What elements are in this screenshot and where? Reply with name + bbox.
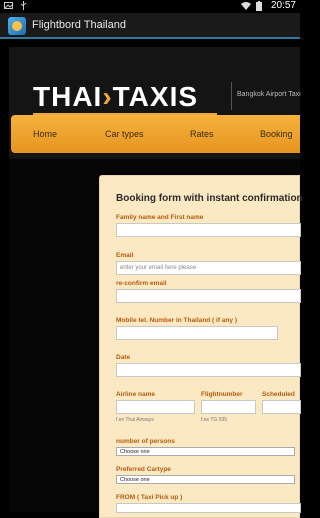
date-input[interactable] <box>116 363 301 377</box>
scheduled-label: Scheduled <box>262 391 295 398</box>
mobile-label: Mobile tel. Number in Thailand ( if any … <box>116 317 237 324</box>
status-bar: 20:57 <box>0 0 300 13</box>
date-label: Date <box>116 354 131 361</box>
airline-input[interactable] <box>116 400 195 414</box>
airline-label: Airline name <box>116 391 156 398</box>
cartype-label: Preferred Cartype <box>116 466 171 473</box>
nav-item-booking[interactable]: Booking <box>260 129 293 139</box>
persons-select[interactable]: Choose one <box>116 447 295 456</box>
nav-item-car-types[interactable]: Car types <box>105 129 144 139</box>
image-notification-icon <box>4 1 13 10</box>
reconfirm-email-label: re-confirm email <box>116 280 167 287</box>
logo-chevron-icon: › <box>102 81 113 112</box>
main-nav: Home Car types Rates Booking <box>11 115 300 153</box>
site-tagline: Bangkok Airport Taxi <box>237 91 301 98</box>
from-label: FROM ( Taxi Pick up ) <box>116 494 183 501</box>
header-divider <box>231 82 232 110</box>
app-title: Flightbord Thailand <box>32 19 126 31</box>
battery-icon <box>255 1 265 11</box>
persons-label: number of persons <box>116 438 175 445</box>
email-label: Email <box>116 252 134 259</box>
app-icon[interactable] <box>8 17 26 35</box>
usb-icon <box>19 1 28 10</box>
logo-text-taxis: TAXIS <box>112 81 199 112</box>
clock: 20:57 <box>270 0 296 11</box>
site-page: THAI›TAXIS Bangkok Airport Taxi Home Car… <box>9 47 303 518</box>
mobile-input[interactable] <box>116 326 278 340</box>
family-name-label: Family name and First name <box>116 214 204 221</box>
airline-hint: f.ex Thai Airways <box>116 417 154 423</box>
form-title: Booking form with instant confirmation <box>116 193 303 204</box>
nav-item-home[interactable]: Home <box>33 129 57 139</box>
nav-item-rates[interactable]: Rates <box>190 129 214 139</box>
webview[interactable]: THAI›TAXIS Bangkok Airport Taxi Home Car… <box>0 41 303 518</box>
site-logo[interactable]: THAI›TAXIS <box>33 81 198 113</box>
flightnumber-input[interactable] <box>201 400 256 414</box>
action-bar: Flightbord Thailand <box>0 13 300 39</box>
flightnumber-hint: f.ex TG 935 <box>201 417 228 423</box>
family-name-input[interactable] <box>116 223 301 237</box>
wifi-icon <box>240 1 251 10</box>
cartype-select[interactable]: Choose one <box>116 475 295 484</box>
scheduled-input[interactable] <box>262 400 301 414</box>
flightnumber-label: Flightnumber <box>201 391 243 398</box>
reconfirm-email-input[interactable] <box>116 289 301 303</box>
booking-form: Booking form with instant confirmation F… <box>99 175 303 518</box>
email-input[interactable]: enter your email here please <box>116 261 301 275</box>
logo-text-thai: THAI <box>33 81 103 112</box>
